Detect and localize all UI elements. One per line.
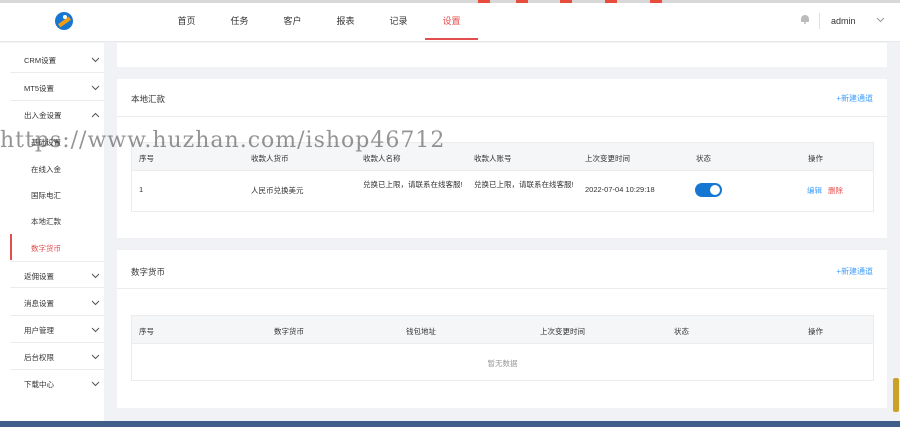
col-index: 序号 [139, 154, 154, 163]
add-channel-button[interactable]: +新建通道 [836, 93, 873, 104]
sidebar-subitem-wire[interactable]: 国际电汇 [10, 181, 104, 207]
col-status: 状态 [674, 327, 689, 336]
chevron-down-icon[interactable] [876, 17, 885, 23]
col-currency: 收款人货币 [251, 154, 289, 163]
sidebar-item-rebate[interactable]: 返佣设置 [10, 261, 104, 288]
col-account: 收款人账号 [474, 154, 512, 163]
chevron-down-icon [91, 327, 100, 333]
chevron-up-icon [91, 112, 100, 118]
edit-button[interactable]: 编辑 [807, 185, 822, 196]
card-title: 数字货币 [131, 267, 166, 277]
sidebar-item-label: 消息设置 [24, 299, 54, 308]
chevron-down-icon [91, 354, 100, 360]
sidebar-subitem-local[interactable]: 本地汇款 [10, 207, 104, 233]
col-actions: 操作 [808, 154, 823, 163]
cell-currency: 人民币兑换美元 [251, 186, 304, 195]
chevron-down-icon [91, 300, 100, 306]
sidebar-item-label: 返佣设置 [24, 272, 54, 281]
sidebar-subitem-label: 本地汇款 [31, 217, 61, 226]
nav-reports[interactable]: 报表 [319, 0, 372, 42]
chevron-down-icon [91, 57, 100, 63]
chevron-down-icon [91, 85, 100, 91]
sidebar-item-label: CRM设置 [24, 56, 57, 65]
nav-home[interactable]: 首页 [160, 0, 213, 42]
col-coin: 数字货币 [274, 327, 304, 336]
nav-records[interactable]: 记录 [372, 0, 425, 42]
sidebar-item-permissions[interactable]: 后台权限 [10, 343, 104, 370]
card-divider [117, 288, 887, 289]
sidebar-subitem-online-deposit[interactable]: 在线入金 [10, 155, 104, 181]
col-wallet: 钱包地址 [406, 327, 436, 336]
nav-customers[interactable]: 客户 [266, 0, 319, 42]
status-toggle[interactable] [695, 183, 722, 197]
add-channel-button[interactable]: +新建通道 [836, 266, 873, 277]
chevron-down-icon [91, 273, 100, 279]
sidebar-item-label: 出入金设置 [24, 111, 62, 120]
delete-button[interactable]: 删除 [828, 185, 843, 196]
sidebar-item-label: 下载中心 [24, 380, 54, 389]
cell-index: 1 [139, 185, 144, 194]
user-name[interactable]: admin [831, 16, 856, 26]
cell-account: 兑换已上限，请联系在线客服! [474, 180, 574, 189]
main-nav: 首页 任务 客户 报表 记录 设置 [160, 0, 478, 42]
nav-settings[interactable]: 设置 [425, 0, 478, 42]
col-updated: 上次变更时间 [540, 327, 585, 336]
empty-state-text: 暂无数据 [487, 359, 518, 368]
sidebar-subitem-label: 在线入金 [31, 165, 61, 174]
cell-updated: 2022-07-04 10:29:18 [585, 185, 655, 194]
os-taskbar [0, 421, 900, 427]
watermark-text: https://www.huzhan.com/ishop46712 [0, 128, 446, 153]
chevron-down-icon [91, 381, 100, 387]
top-bar: 首页 任务 客户 报表 记录 设置 admin [0, 0, 900, 42]
card-divider [117, 116, 887, 117]
sidebar-subitem-label: 数字货币 [31, 244, 61, 253]
col-name: 收款人名称 [363, 154, 401, 163]
previous-card [117, 43, 887, 67]
col-actions: 操作 [808, 327, 823, 336]
sidebar-subitem-crypto[interactable]: 数字货币 [10, 234, 104, 260]
crypto-table: 序号 数字货币 钱包地址 上次变更时间 状态 操作 暂无数据 [131, 315, 874, 381]
cell-name: 兑换已上限，请联系在线客服! [363, 180, 463, 189]
sidebar-item-messages[interactable]: 消息设置 [10, 289, 104, 316]
sidebar-item-label: 用户管理 [24, 326, 54, 335]
app-logo-icon[interactable] [55, 12, 73, 30]
sidebar-item-downloads[interactable]: 下载中心 [10, 370, 104, 397]
col-updated: 上次变更时间 [585, 154, 630, 163]
table-header: 序号 数字货币 钱包地址 上次变更时间 状态 操作 [132, 316, 873, 344]
sidebar-item-mt5[interactable]: MT5设置 [10, 74, 104, 101]
bell-icon[interactable] [801, 15, 809, 24]
header-divider [819, 13, 820, 29]
sidebar-item-crm[interactable]: CRM设置 [10, 46, 104, 73]
nav-tasks[interactable]: 任务 [213, 0, 266, 42]
col-status: 状态 [696, 154, 711, 163]
sidebar-item-label: 后台权限 [24, 353, 54, 362]
sidebar-item-label: MT5设置 [24, 84, 54, 93]
col-index: 序号 [139, 327, 154, 336]
scrollbar-handle[interactable] [893, 378, 899, 412]
sidebar-item-deposit-withdraw[interactable]: 出入金设置 [10, 101, 104, 128]
card-title: 本地汇款 [131, 94, 166, 104]
sidebar-subitem-label: 国际电汇 [31, 191, 61, 200]
sidebar-item-users[interactable]: 用户管理 [10, 316, 104, 343]
